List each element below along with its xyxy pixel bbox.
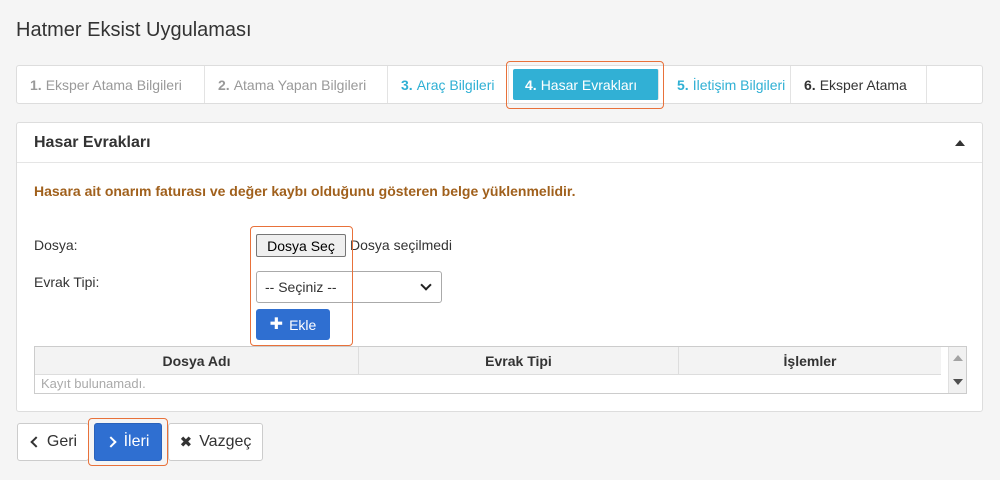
step-iletisim-bilgileri[interactable]: 5. İletişim Bilgileri xyxy=(663,66,791,103)
step-atama-yapan-bilgileri[interactable]: 2. Atama Yapan Bilgileri xyxy=(205,66,388,103)
collapse-icon[interactable] xyxy=(955,139,965,146)
chevron-down-icon xyxy=(420,279,432,291)
back-button-label: Geri xyxy=(46,433,78,450)
next-button-label: İleri xyxy=(123,433,150,450)
chevron-left-icon xyxy=(30,436,42,448)
warning-message: Hasara ait onarım faturası ve değer kayb… xyxy=(34,183,576,199)
add-button-label: Ekle xyxy=(289,316,317,333)
step-number: 4. xyxy=(525,76,537,93)
table-scrollbar[interactable] xyxy=(948,347,966,393)
step-label: Hasar Evrakları xyxy=(540,76,638,93)
step-label: Eksper Atama Bilgileri xyxy=(45,76,182,93)
file-label: Dosya: xyxy=(34,237,78,253)
app-title: Hatmer Eksist Uygulaması xyxy=(16,19,252,41)
step-number: 5. xyxy=(677,76,689,93)
step-arac-bilgileri[interactable]: 3. Araç Bilgileri xyxy=(388,66,509,103)
panel-header: Hasar Evrakları xyxy=(17,123,982,163)
doc-type-select[interactable]: -- Seçiniz -- xyxy=(256,271,442,303)
panel-title: Hasar Evrakları xyxy=(34,133,151,151)
back-button[interactable]: Geri xyxy=(17,423,89,461)
next-button[interactable]: İleri xyxy=(94,423,162,461)
empty-table-message: Kayıt bulunamadı. xyxy=(41,376,146,391)
chevron-right-icon xyxy=(104,436,117,448)
table-header: Dosya Adı Evrak Tipi İşlemler xyxy=(35,347,941,375)
step-eksper-atama[interactable]: 6. Eksper Atama xyxy=(791,66,927,103)
add-button[interactable]: ✚ Ekle xyxy=(256,309,330,340)
cancel-button[interactable]: ✖ Vazgeç xyxy=(168,423,263,461)
scroll-down-icon[interactable] xyxy=(953,379,963,385)
cancel-button-label: Vazgeç xyxy=(199,433,252,450)
step-label: Eksper Atama xyxy=(819,76,907,93)
step-label: Atama Yapan Bilgileri xyxy=(233,76,367,93)
file-status: Dosya seçilmedi xyxy=(350,237,452,253)
doc-type-selected: -- Seçiniz -- xyxy=(265,279,337,295)
plus-icon: ✚ xyxy=(269,315,284,333)
step-eksper-atama-bilgileri[interactable]: 1. Eksper Atama Bilgileri xyxy=(17,66,205,103)
step-label: Araç Bilgileri xyxy=(416,76,495,93)
step-number: 6. xyxy=(804,76,816,93)
column-header-islemler: İşlemler xyxy=(783,352,837,369)
doc-type-label: Evrak Tipi: xyxy=(34,274,100,290)
step-number: 2. xyxy=(218,76,230,93)
column-header-evrak-tipi: Evrak Tipi xyxy=(359,347,679,374)
hasar-evraklari-panel: Hasar Evrakları Hasara ait onarım fatura… xyxy=(16,122,983,412)
step-hasar-evraklari-wrap: 4. Hasar Evrakları xyxy=(509,66,663,103)
step-label: İletişim Bilgileri xyxy=(692,76,786,93)
close-icon: ✖ xyxy=(179,434,193,451)
step-hasar-evraklari[interactable]: 4. Hasar Evrakları xyxy=(513,69,659,100)
scroll-up-icon[interactable] xyxy=(953,355,963,361)
step-number: 3. xyxy=(401,76,413,93)
file-choose-button[interactable]: Dosya Seç xyxy=(256,234,346,257)
documents-table: Dosya Adı Evrak Tipi İşlemler Kayıt bulu… xyxy=(34,346,967,394)
step-number: 1. xyxy=(30,76,42,93)
column-header-dosya-adi: Dosya Adı xyxy=(35,347,359,374)
wizard-steps: 1. Eksper Atama Bilgileri 2. Atama Yapan… xyxy=(16,65,983,104)
